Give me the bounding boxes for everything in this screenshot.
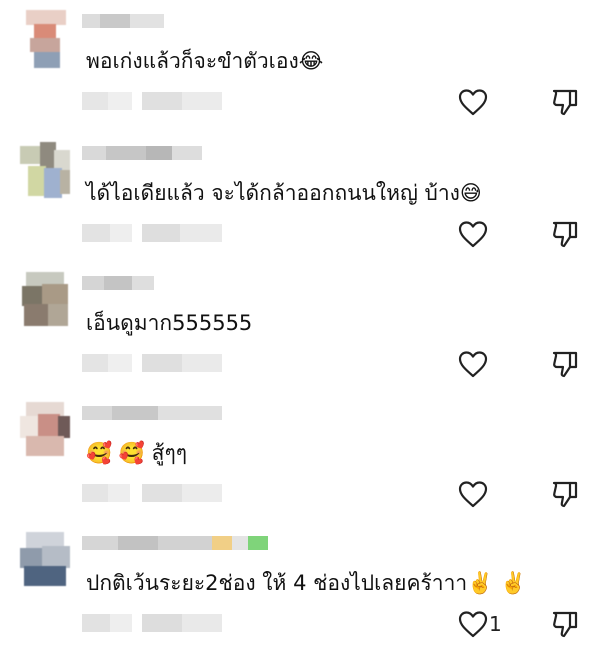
heart-outline-icon xyxy=(458,481,488,508)
heart-outline-icon xyxy=(458,221,488,248)
comment-text: ปกติเว้นระยะ2ช่อง ให้ 4 ช่องไปเลยคร้าาา✌… xyxy=(86,571,527,595)
username[interactable] xyxy=(82,276,154,290)
comment-meta xyxy=(82,614,222,632)
like-button[interactable] xyxy=(456,478,490,510)
avatar[interactable] xyxy=(20,142,70,200)
comment-text: ได้ไอเดียแล้ว จะได้กล้าออกถนนใหญ่ บ้าง😅 xyxy=(86,181,482,205)
like-button[interactable] xyxy=(456,348,490,380)
thumbs-down-outline-icon xyxy=(552,89,578,116)
thumbs-down-outline-icon xyxy=(552,221,578,248)
comment-meta xyxy=(82,224,222,242)
thumbs-down-outline-icon xyxy=(552,611,578,638)
like-button[interactable] xyxy=(456,608,490,640)
comment-text: 🥰 🥰 สู้ๆๆ xyxy=(86,441,188,465)
heart-outline-icon xyxy=(458,89,488,116)
comment-text: เอ็นดูมาก555555 xyxy=(86,311,253,335)
username[interactable] xyxy=(82,536,268,550)
avatar[interactable] xyxy=(20,10,70,68)
dislike-button[interactable] xyxy=(550,86,580,118)
heart-outline-icon xyxy=(458,351,488,378)
dislike-button[interactable] xyxy=(550,478,580,510)
avatar[interactable] xyxy=(20,532,70,590)
like-button[interactable] xyxy=(456,86,490,118)
comment-meta xyxy=(82,92,222,110)
comment-item: 🥰 🥰 สู้ๆๆ xyxy=(0,402,600,522)
username[interactable] xyxy=(82,146,202,160)
thumbs-down-outline-icon xyxy=(552,351,578,378)
thumbs-down-outline-icon xyxy=(552,481,578,508)
dislike-button[interactable] xyxy=(550,608,580,640)
dislike-button[interactable] xyxy=(550,218,580,250)
username[interactable] xyxy=(82,406,222,420)
comment-item: ได้ไอเดียแล้ว จะได้กล้าออกถนนใหญ่ บ้าง😅 xyxy=(0,142,600,262)
avatar[interactable] xyxy=(20,272,70,330)
like-count: 1 xyxy=(489,612,502,636)
comment-text: พอเก่งแล้วก็จะขำตัวเอง😂 xyxy=(86,49,324,73)
avatar[interactable] xyxy=(20,402,70,460)
heart-outline-icon xyxy=(458,611,488,638)
username[interactable] xyxy=(82,14,164,28)
comment-meta xyxy=(82,354,222,372)
comment-item: เอ็นดูมาก555555 xyxy=(0,272,600,392)
comment-meta xyxy=(82,484,222,502)
like-button[interactable] xyxy=(456,218,490,250)
comment-item: พอเก่งแล้วก็จะขำตัวเอง😂 xyxy=(0,10,600,130)
comment-item: ปกติเว้นระยะ2ช่อง ให้ 4 ช่องไปเลยคร้าาา✌… xyxy=(0,532,600,652)
dislike-button[interactable] xyxy=(550,348,580,380)
